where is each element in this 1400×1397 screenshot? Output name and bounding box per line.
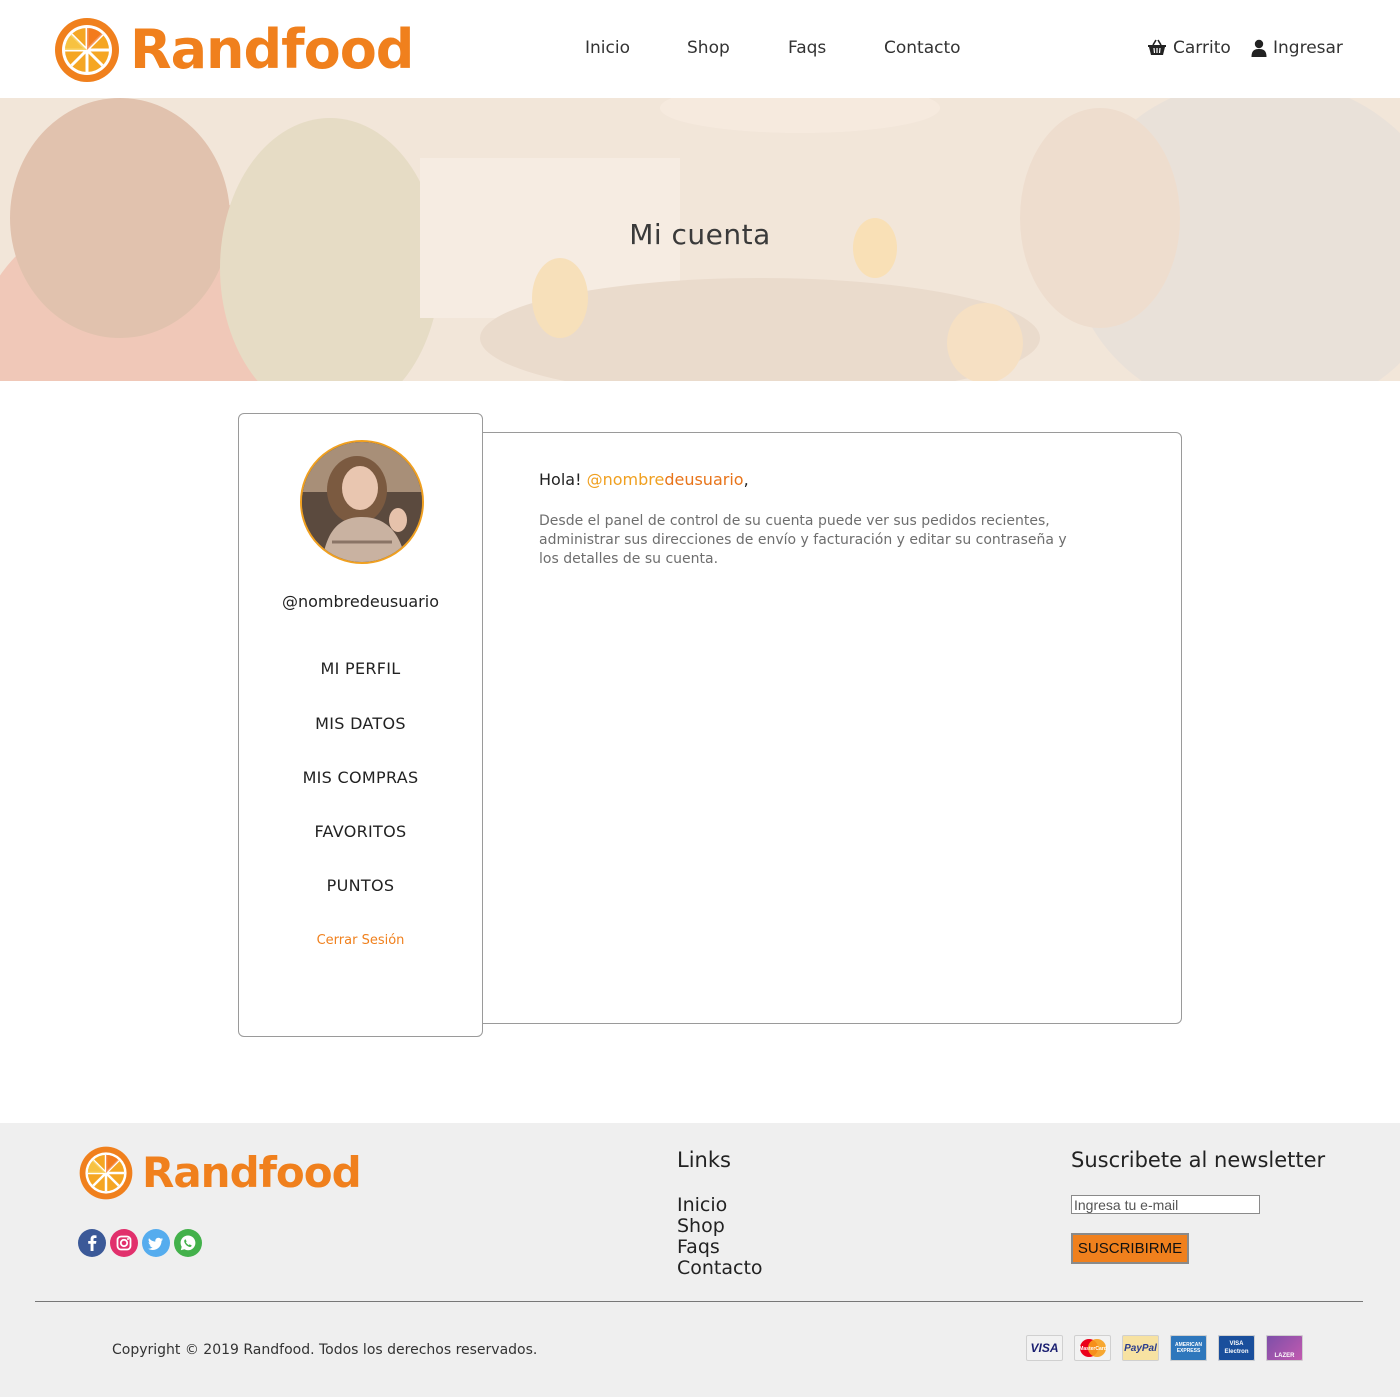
whatsapp-icon[interactable] [174, 1229, 202, 1257]
visa-card-icon: VISA [1026, 1335, 1063, 1361]
instagram-icon[interactable] [110, 1229, 138, 1257]
footer-links-heading: Links [677, 1148, 731, 1172]
greeting-prefix: Hola! [539, 470, 582, 489]
mastercard-card-text: MasterCard [1079, 1346, 1107, 1352]
account-dashboard-panel: Hola! @nombredeusuario, Desde el panel d… [470, 432, 1182, 1024]
cart-label: Carrito [1173, 38, 1231, 58]
sidebar-item-puntos[interactable]: PUNTOS [239, 876, 482, 895]
brand-name: Randfood [130, 18, 414, 81]
sidebar-item-mi-perfil[interactable]: MI PERFIL [239, 659, 482, 678]
user-icon [1251, 39, 1267, 57]
sidebar-username: @nombredeusuario [282, 592, 439, 611]
twitter-icon[interactable] [142, 1229, 170, 1257]
dashboard-description: Desde el panel de control de su cuenta p… [539, 513, 1067, 567]
copyright-text: Copyright © 2019 Randfood. Todos los der… [112, 1342, 538, 1358]
site-header: Randfood Inicio Shop Faqs Contacto Carri… [0, 0, 1400, 98]
greeting-handle-part2: deusuario [664, 470, 744, 489]
nav-shop[interactable]: Shop [687, 36, 730, 60]
nav-contacto[interactable]: Contacto [884, 36, 961, 60]
newsletter-heading: Suscribete al newsletter [1071, 1148, 1326, 1172]
social-links [78, 1229, 202, 1257]
basket-icon [1148, 39, 1166, 55]
footer-link-shop[interactable]: Shop [677, 1216, 763, 1237]
page-title: Mi cuenta [629, 218, 771, 251]
footer-link-faqs[interactable]: Faqs [677, 1237, 763, 1258]
site-footer: Randfood Links Inicio Shop Faqs Contacto… [0, 1123, 1400, 1397]
cart-link[interactable]: Carrito [1147, 36, 1231, 60]
visa-electron-card-icon: VISA Electron [1218, 1335, 1255, 1361]
sidebar-item-favoritos[interactable]: FAVORITOS [239, 822, 482, 841]
facebook-icon[interactable] [78, 1229, 106, 1257]
footer-link-contacto[interactable]: Contacto [677, 1258, 763, 1279]
user-photo [302, 442, 422, 562]
logout-link[interactable]: Cerrar Sesión [239, 933, 482, 948]
sidebar-item-mis-datos[interactable]: MIS DATOS [239, 714, 482, 733]
lazer-card-icon: LAZER [1266, 1335, 1303, 1361]
newsletter-email-input[interactable] [1071, 1195, 1260, 1214]
orange-slice-icon [55, 18, 119, 82]
hero-banner: Mi cuenta [0, 98, 1400, 381]
subscribe-button[interactable]: SUSCRIBIRME [1071, 1233, 1189, 1264]
greeting-suffix: , [743, 470, 749, 489]
greeting-handle-part1: @nombre [586, 470, 665, 489]
orange-slice-icon [79, 1146, 133, 1200]
sidebar-item-mis-compras[interactable]: MIS COMPRAS [239, 768, 482, 787]
nav-faqs[interactable]: Faqs [788, 36, 826, 60]
login-link[interactable]: Ingresar [1251, 36, 1343, 60]
paypal-card-icon: PayPal [1122, 1335, 1159, 1361]
account-sidebar: @nombredeusuario MI PERFIL MIS DATOS MIS… [238, 413, 483, 1037]
footer-divider [35, 1301, 1363, 1302]
nav-inicio[interactable]: Inicio [585, 36, 630, 60]
login-label: Ingresar [1273, 38, 1343, 58]
mastercard-card-icon: MasterCard [1074, 1335, 1111, 1361]
greeting: Hola! @nombredeusuario, [539, 470, 749, 489]
amex-card-icon: AMERICAN EXPRESS [1170, 1335, 1207, 1361]
avatar[interactable] [300, 440, 424, 564]
payment-methods: VISA MasterCard PayPal AMERICAN EXPRESS … [1026, 1335, 1303, 1361]
footer-brand-name: Randfood [142, 1148, 362, 1197]
footer-links: Inicio Shop Faqs Contacto [677, 1195, 763, 1279]
footer-logo[interactable]: Randfood [78, 1145, 362, 1201]
footer-link-inicio[interactable]: Inicio [677, 1195, 763, 1216]
brand-logo[interactable]: Randfood [53, 15, 414, 85]
